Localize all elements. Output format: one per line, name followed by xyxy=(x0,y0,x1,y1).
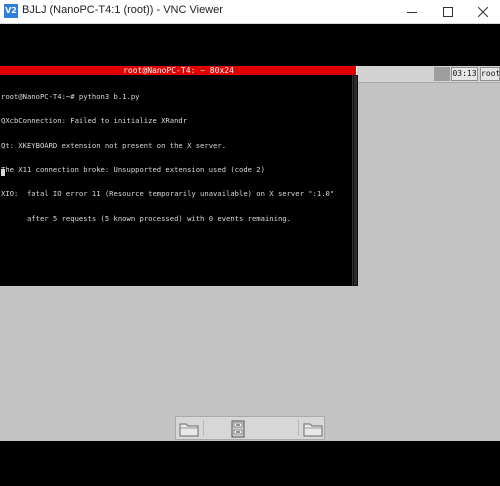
dock-separator xyxy=(203,420,204,436)
terminal-line: Qt: XKEYBOARD extension not present on t… xyxy=(1,140,227,150)
terminal-line: QXcbConnection: Failed to initialize XRa… xyxy=(1,116,188,126)
terminal-scrollbar[interactable] xyxy=(352,75,358,286)
panel-clock[interactable]: 03:13 xyxy=(451,67,478,81)
minimize-button[interactable] xyxy=(395,0,429,23)
terminal-line: after 5 requests (5 known processed) wit… xyxy=(1,213,291,223)
bottom-dock xyxy=(175,416,325,440)
maximize-button[interactable] xyxy=(431,0,465,23)
close-button[interactable] xyxy=(466,0,500,23)
panel-user[interactable]: root xyxy=(480,67,500,81)
terminal-output[interactable]: root@NanoPC-T4:~# python3 b.1.py QXcbCon… xyxy=(1,77,353,283)
file-cabinet-icon[interactable] xyxy=(231,420,245,438)
dock-separator xyxy=(298,420,299,436)
vnc-app-icon: V2 xyxy=(4,4,18,18)
minimize-icon xyxy=(407,11,417,13)
terminal-line: The X11 connection broke: Unsupported ex… xyxy=(1,165,265,175)
terminal-title: root@NanoPC-T4: ~ 80x24 xyxy=(123,66,234,75)
terminal-line: root@NanoPC-T4:~# python3 b.1.py xyxy=(1,92,140,102)
window-title-bar[interactable]: V2 BJLJ (NanoPC-T4:1 (root)) - VNC Viewe… xyxy=(0,0,500,24)
panel-workspace-indicator[interactable] xyxy=(434,67,450,81)
top-panel: 03:13 root xyxy=(356,66,500,83)
folder-icon[interactable] xyxy=(303,421,323,437)
window-title: BJLJ (NanoPC-T4:1 (root)) - VNC Viewer xyxy=(22,4,223,16)
close-icon xyxy=(478,6,488,17)
terminal-cursor xyxy=(1,169,5,176)
terminal-line: XIO: fatal IO error 11 (Resource tempora… xyxy=(1,189,335,199)
terminal-window[interactable]: root@NanoPC-T4: ~ 80x24 root@NanoPC-T4:~… xyxy=(0,66,358,286)
terminal-title-bar[interactable]: root@NanoPC-T4: ~ 80x24 xyxy=(0,66,357,75)
folder-icon[interactable] xyxy=(179,421,199,437)
remote-desktop-view[interactable]: 03:13 root root@NanoPC-T4: ~ 80x24 root@… xyxy=(0,24,500,486)
maximize-icon xyxy=(443,6,453,17)
scrollbar-thumb[interactable] xyxy=(354,76,357,285)
